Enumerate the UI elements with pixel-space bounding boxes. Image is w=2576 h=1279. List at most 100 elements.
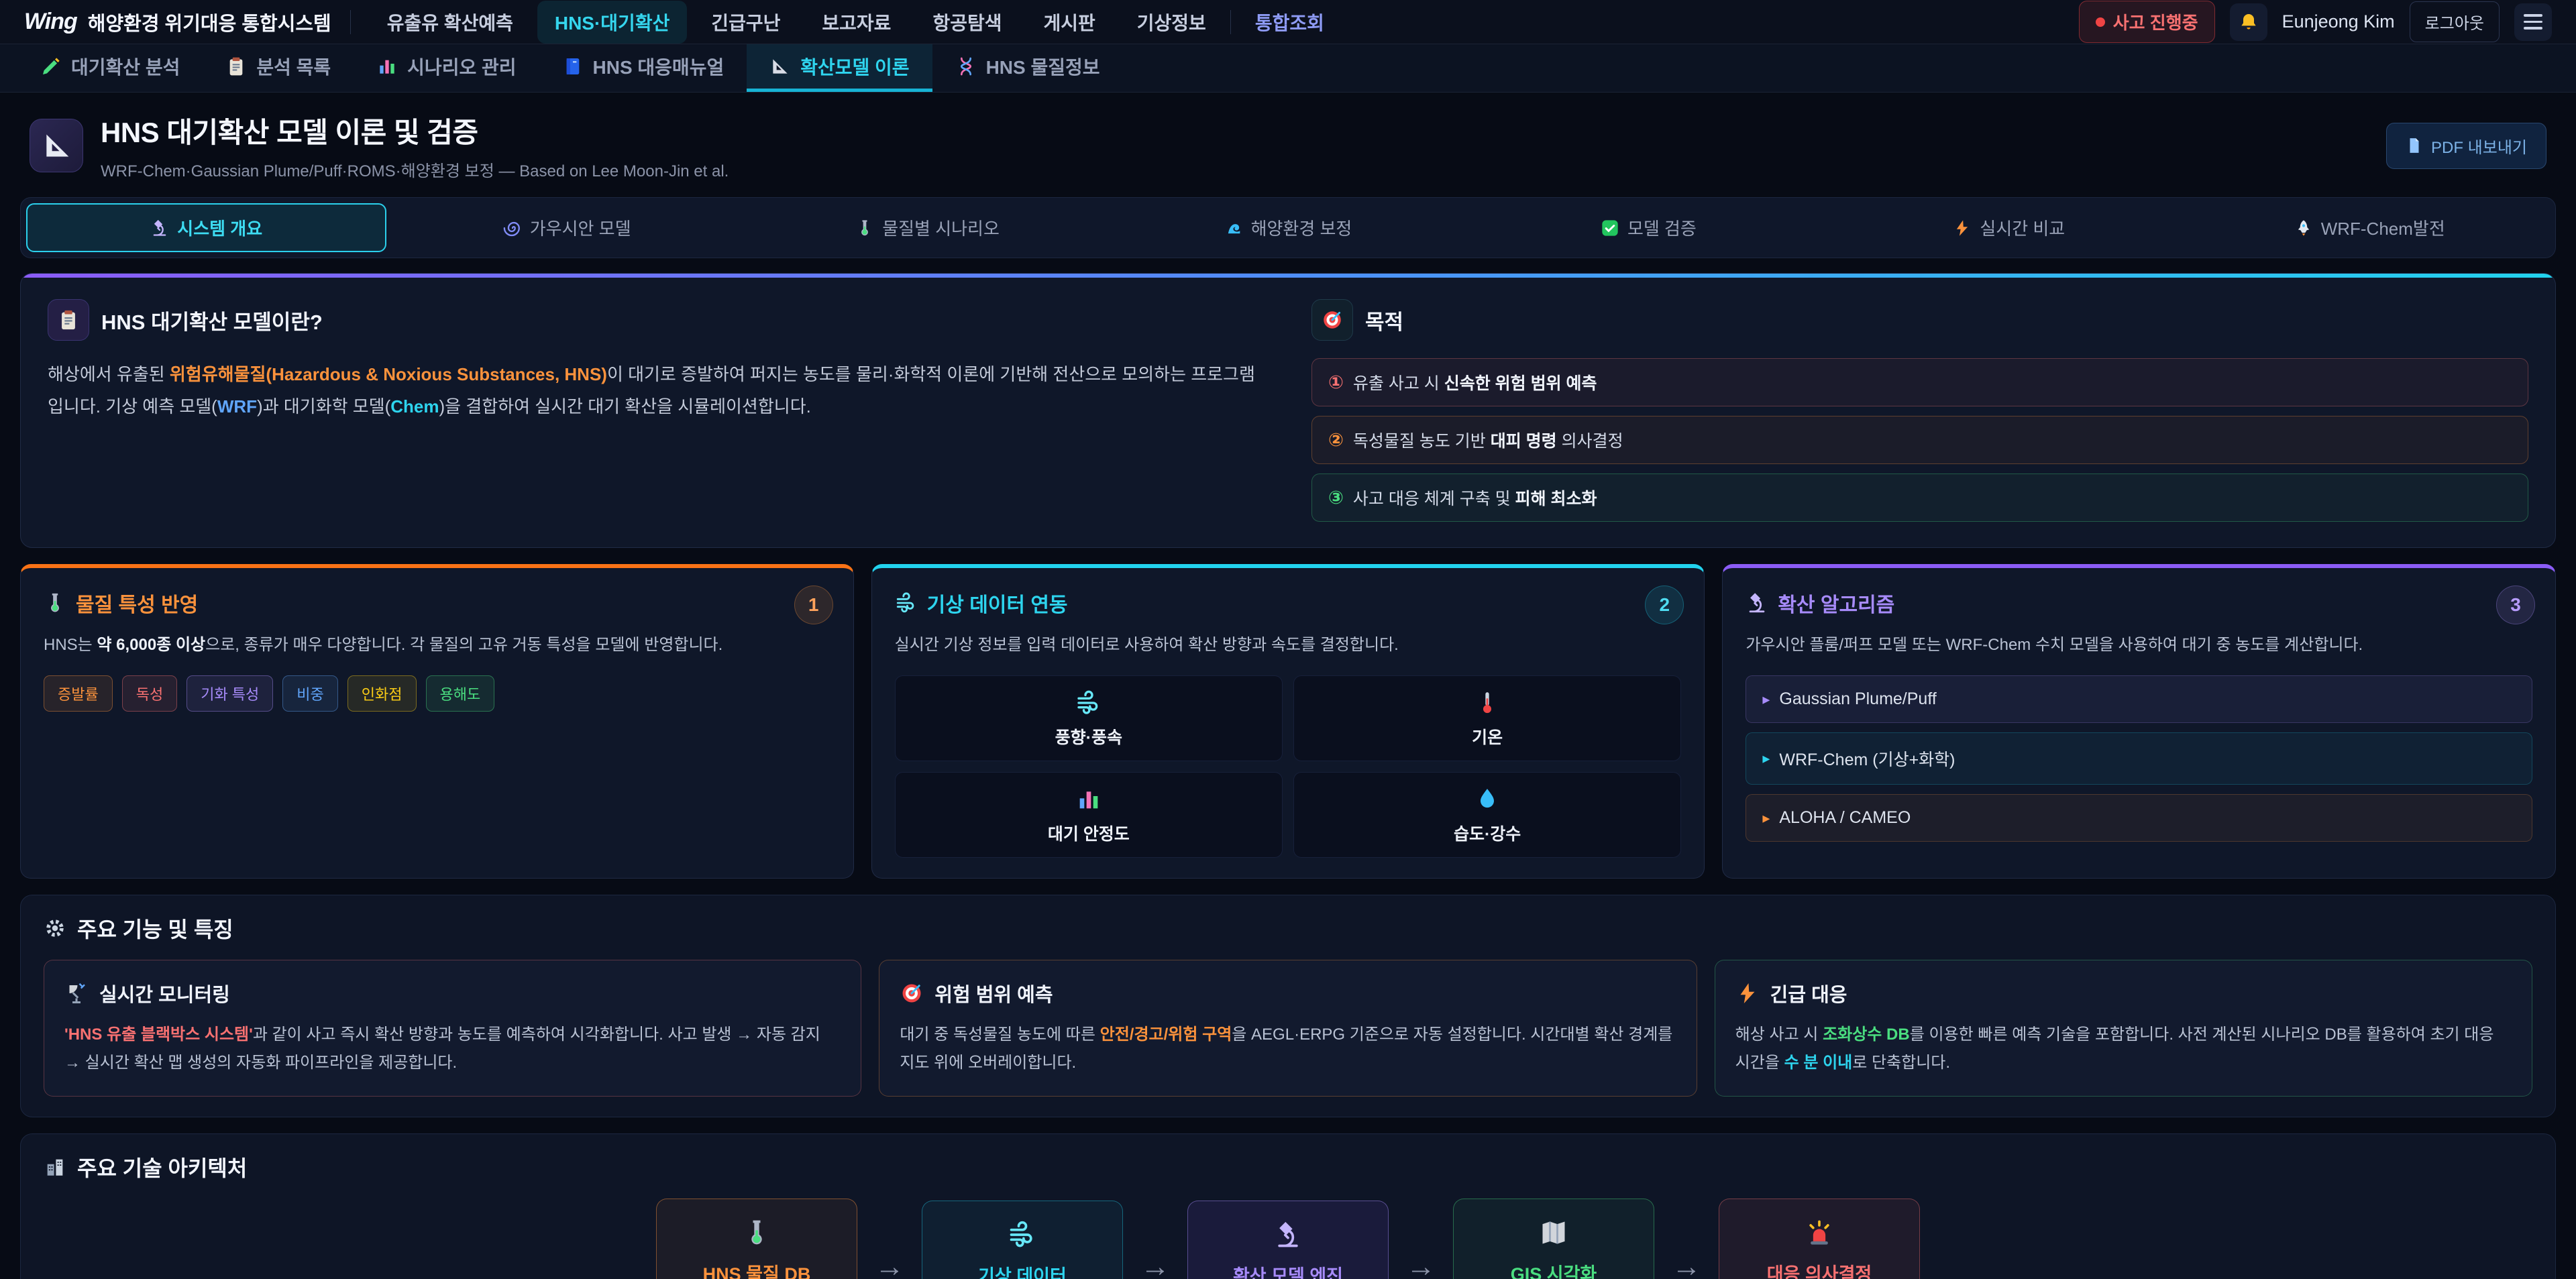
purpose-item: ② 독성물질 농도 기반 대피 명령 의사결정 <box>1311 416 2528 464</box>
droplet-icon <box>1474 786 1501 813</box>
subtab-label: 분석 목록 <box>256 53 331 80</box>
tab-ocean-correction[interactable]: 해양환경 보정 <box>1108 203 1468 252</box>
microscope-icon <box>1273 1220 1303 1249</box>
card-substance-properties: 1 물질 특성 반영 HNS는 약 6,000종 이상으로, 종류가 매우 다양… <box>20 564 854 879</box>
bar-chart-icon <box>1075 786 1102 813</box>
purpose-number: ① <box>1328 372 1344 393</box>
feature-risk-range-prediction: 위험 범위 예측 대기 중 독성물질 농도에 따른 안전/경고/위험 구역을 A… <box>879 960 1697 1097</box>
top-nav: Wing 해양환경 위기대응 통합시스템 유출유 확산예측 HNS·대기확산 긴… <box>0 0 2576 44</box>
tag-flash-point: 인화점 <box>347 675 417 712</box>
subtab-label: HNS 대응매뉴얼 <box>593 53 724 80</box>
tab-label: 모델 검증 <box>1627 215 1697 240</box>
menu-item-hns-diffusion[interactable]: HNS·대기확산 <box>537 1 687 44</box>
tab-label: 실시간 비교 <box>1980 215 2065 240</box>
intro-card: HNS 대기확산 모델이란? 해상에서 유출된 위험유해물질(Hazardous… <box>20 273 2556 548</box>
wave-icon <box>1224 219 1243 237</box>
tag-specific-gravity: 비중 <box>282 675 337 712</box>
tab-wrf-chem-evolution[interactable]: WRF-Chem발전 <box>2190 203 2550 252</box>
tab-system-overview[interactable]: 시스템 개요 <box>26 203 386 252</box>
subtab-label: 시나리오 관리 <box>407 53 516 80</box>
bolt-icon <box>1735 981 1760 1005</box>
sub-nav: 대기확산 분석 분석 목록 시나리오 관리 HNS 대응매뉴얼 확산모델 이론 … <box>0 44 2576 93</box>
purpose-item: ① 유출 사고 시 신속한 위험 범위 예측 <box>1311 358 2528 406</box>
pdf-export-button[interactable]: PDF 내보내기 <box>2386 123 2546 169</box>
section-title: 주요 기능 및 특징 <box>77 913 233 944</box>
check-icon <box>1601 219 1619 237</box>
subtab-scenario-management[interactable]: 시나리오 관리 <box>354 44 539 92</box>
algo-gaussian: ▸ Gaussian Plume/Puff <box>1746 675 2532 723</box>
menu-item-reports[interactable]: 보고자료 <box>804 1 908 44</box>
flow-arrow-icon: → <box>1140 1250 1170 1279</box>
tab-substance-scenarios[interactable]: 물질별 시나리오 <box>747 203 1108 252</box>
user-name: Eunjeong Kim <box>2282 11 2395 32</box>
satellite-icon <box>64 981 89 1005</box>
weather-tiles: 풍향·풍속 기온 대기 안정도 습도·강수 <box>895 675 1682 858</box>
section-title: 주요 기술 아키텍처 <box>77 1152 247 1182</box>
purpose-icon-box <box>1311 299 1353 341</box>
tile-wind: 풍향·풍속 <box>895 675 1283 761</box>
incident-status-badge[interactable]: 사고 진행중 <box>2079 1 2215 43</box>
menu-item-aerial-search[interactable]: 항공탐색 <box>915 1 1019 44</box>
wind-icon <box>895 592 918 614</box>
zones-highlight: 안전/경고/위험 구역 <box>1100 1025 1232 1044</box>
gear-icon <box>44 917 66 940</box>
subtab-analysis-list[interactable]: 분석 목록 <box>203 44 354 92</box>
menu-item-oil-spill[interactable]: 유출유 확산예측 <box>370 1 531 44</box>
blackbox-highlight: 'HNS 유출 블랙박스 시스템' <box>64 1025 253 1044</box>
thermometer-icon <box>1474 689 1501 716</box>
tile-humidity: 습도·강수 <box>1293 772 1681 858</box>
intro-icon-box <box>48 299 89 341</box>
purpose-number: ③ <box>1328 488 1344 508</box>
tab-gaussian-model[interactable]: 가우시안 모델 <box>386 203 747 252</box>
tab-model-validation[interactable]: 모델 검증 <box>1468 203 1829 252</box>
rocket-icon <box>2294 219 2313 237</box>
flow-weather-data: 기상 데이터 KMA / AWS <box>922 1201 1123 1279</box>
clipboard-icon <box>225 56 247 77</box>
page-title-block: HNS 대기확산 모델 이론 및 검증 WRF-Chem·Gaussian Pl… <box>101 110 729 181</box>
subtab-model-theory[interactable]: 확산모델 이론 <box>747 44 932 92</box>
menu-item-weather[interactable]: 기상정보 <box>1120 1 1224 44</box>
tab-realtime-comparison[interactable]: 실시간 비교 <box>1829 203 2189 252</box>
flow-decision: 대응 의사결정 대피·방제 명령 <box>1719 1199 1920 1279</box>
notifications-button[interactable] <box>2230 3 2267 41</box>
tab-label: 물질별 시나리오 <box>882 215 1000 240</box>
step-badge-3: 3 <box>2496 586 2535 624</box>
chem-highlight: Chem <box>390 396 439 416</box>
algo-aloha-cameo: ▸ ALOHA / CAMEO <box>1746 794 2532 842</box>
test-tube-icon <box>44 592 66 614</box>
test-tube-icon <box>742 1218 771 1247</box>
step-badge-2: 2 <box>1645 586 1684 624</box>
purpose-number: ② <box>1328 430 1344 451</box>
tag-toxicity: 독성 <box>122 675 177 712</box>
menu-item-integrated-search[interactable]: 통합조회 <box>1238 1 1342 44</box>
flow-hns-db: HNS 물질 DB 6,000+ 물질 <box>656 1199 857 1279</box>
pencil-icon <box>40 56 62 77</box>
bolt-icon <box>1953 219 1972 237</box>
menu-item-board[interactable]: 게시판 <box>1026 1 1112 44</box>
menu-toggle-button[interactable] <box>2514 3 2552 41</box>
flow-arrow-icon: → <box>1406 1250 1436 1279</box>
purpose-panel: 목적 ① 유출 사고 시 신속한 위험 범위 예측 ② 독성물질 농도 기반 대… <box>1311 299 2528 522</box>
subtab-label: 확산모델 이론 <box>800 53 909 80</box>
page-title: HNS 대기확산 모델 이론 및 검증 <box>101 110 729 151</box>
bell-icon <box>2238 11 2259 33</box>
algo-wrf-chem: ▸ WRF-Chem (기상+화학) <box>1746 732 2532 785</box>
top-right-controls: 사고 진행중 Eunjeong Kim 로그아웃 <box>2079 1 2552 43</box>
card-description: 가우시안 플룸/퍼프 모델 또는 WRF-Chem 수치 모델을 사용하여 대기… <box>1746 631 2532 659</box>
subtab-label: 대기확산 분석 <box>71 53 180 80</box>
subtab-diffusion-analysis[interactable]: 대기확산 분석 <box>17 44 203 92</box>
logout-button[interactable]: 로그아웃 <box>2410 1 2500 42</box>
menu-item-rescue[interactable]: 긴급구난 <box>694 1 798 44</box>
hns-highlight: 위험유해물질(Hazardous & Noxious Substances, H… <box>170 364 607 384</box>
test-tube-icon <box>855 219 874 237</box>
architecture-flow: HNS 물질 DB 6,000+ 물질 → 기상 데이터 KMA / AWS →… <box>44 1199 2532 1279</box>
property-tags: 증발률 독성 기화 특성 비중 인화점 용해도 <box>44 675 830 712</box>
subtab-hns-substance-info[interactable]: HNS 물질정보 <box>932 44 1123 92</box>
intro-paragraph: 해상에서 유출된 위험유해물질(Hazardous & Noxious Subs… <box>48 358 1265 423</box>
card-title: 확산 알고리즘 <box>1778 588 1894 618</box>
tile-temperature: 기온 <box>1293 675 1681 761</box>
target-icon <box>1321 309 1344 331</box>
building-icon <box>44 1156 66 1178</box>
ruler-icon <box>42 131 71 160</box>
subtab-hns-manual[interactable]: HNS 대응매뉴얼 <box>539 44 747 92</box>
